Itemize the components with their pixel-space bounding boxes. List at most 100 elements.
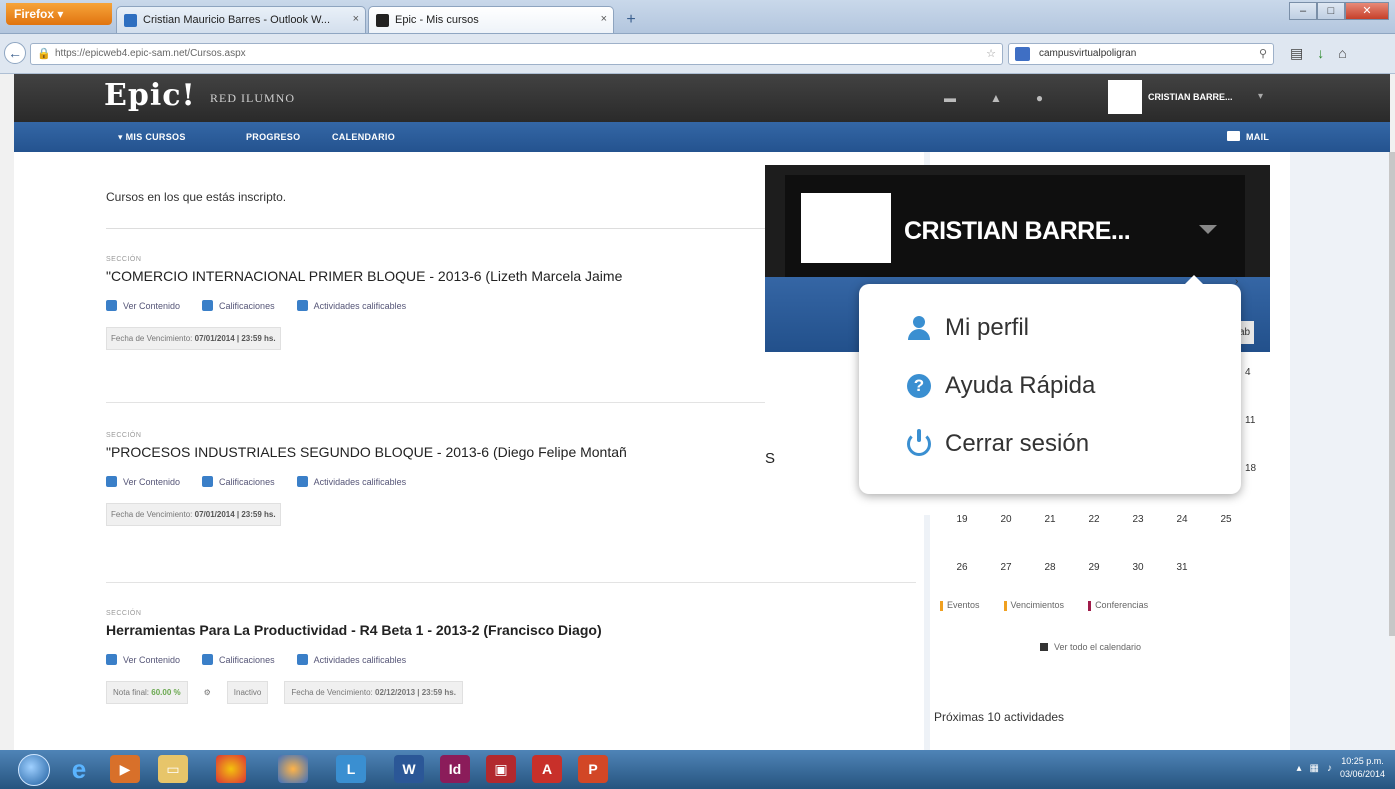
system-tray: ▴ ▦ ♪ 10:25 p.m. 03/06/2014 — [1296, 755, 1385, 781]
nav-mail[interactable]: MAIL — [1246, 132, 1269, 142]
menu-item-logout[interactable]: Cerrar sesión — [907, 429, 1089, 458]
minimize-button[interactable]: – — [1289, 2, 1317, 20]
calendar-day[interactable]: 18 — [1245, 463, 1256, 474]
search-engine-icon[interactable] — [1015, 47, 1030, 61]
epic-logo[interactable]: Epic! — [104, 78, 196, 113]
close-window-button[interactable]: ✕ — [1345, 2, 1389, 20]
media-player-icon[interactable]: ▶ — [110, 755, 140, 783]
calendar-week: 19 20 21 22 23 24 25 — [940, 514, 1248, 525]
chat-icon[interactable]: ● — [1036, 91, 1043, 105]
legend-events: Eventos — [940, 600, 980, 611]
bookmarks-icon[interactable]: ▤ — [1290, 45, 1303, 62]
volume-icon[interactable]: ♪ — [1327, 763, 1332, 774]
lync-icon[interactable]: L — [336, 755, 366, 783]
calendar-day[interactable]: 28 — [1028, 562, 1072, 573]
start-button[interactable] — [18, 754, 50, 786]
firefox-menu-button[interactable]: Firefox ▾ — [6, 3, 112, 25]
mail-icon[interactable] — [1227, 131, 1240, 141]
content-icon — [106, 654, 117, 665]
nav-calendario[interactable]: CALENDARIO — [332, 132, 395, 142]
word-icon[interactable]: W — [394, 755, 424, 783]
bookmark-star-icon[interactable]: ☆ — [986, 47, 996, 60]
indesign-icon[interactable]: Id — [440, 755, 470, 783]
calendar-day[interactable]: 27 — [984, 562, 1028, 573]
firefox-icon[interactable] — [278, 755, 308, 783]
menu-item-help[interactable]: ? Ayuda Rápida — [907, 372, 1095, 400]
course-item: SECCIÓN Herramientas Para La Productivid… — [106, 610, 916, 704]
activities-icon — [296, 476, 308, 487]
graded-activities-link[interactable]: Actividades calificables — [296, 300, 406, 311]
new-tab-button[interactable]: + — [618, 10, 644, 30]
view-content-link[interactable]: Ver Contenido — [106, 300, 180, 311]
acrobat-icon[interactable]: A — [532, 755, 562, 783]
calendar-day[interactable]: 4 — [1245, 367, 1251, 378]
url-text: https://epicweb4.epic-sam.net/Cursos.asp… — [55, 48, 246, 59]
calendar-day[interactable]: 24 — [1160, 514, 1204, 525]
grades-link[interactable]: Calificaciones — [202, 654, 275, 665]
view-all-calendar-link[interactable]: Ver todo el calendario — [1040, 642, 1141, 652]
search-bar[interactable]: campusvirtualpoligran ⚲ — [1008, 43, 1274, 65]
user-name[interactable]: CRISTIAN BARRE... — [904, 217, 1131, 246]
clock[interactable]: 10:25 p.m. 03/06/2014 — [1340, 755, 1385, 781]
graded-activities-link[interactable]: Actividades calificables — [296, 476, 406, 487]
legend-conferences: Conferencias — [1088, 600, 1148, 611]
calendar-day[interactable]: 26 — [940, 562, 984, 573]
help-icon: ? — [907, 374, 931, 398]
network-icon[interactable]: ▦ — [1310, 763, 1319, 774]
calendar-day[interactable]: 29 — [1072, 562, 1116, 573]
site-header: Epic! RED ILUMNO ▬ ▲ ● CRISTIAN BARRE...… — [14, 74, 1390, 122]
calendar-day[interactable]: 11 — [1245, 415, 1255, 426]
scrollbar[interactable] — [1389, 152, 1395, 636]
calendar-day[interactable]: 30 — [1116, 562, 1160, 573]
maximize-button[interactable]: □ — [1317, 2, 1345, 20]
calendar-day[interactable]: 21 — [1028, 514, 1072, 525]
grades-link[interactable]: Calificaciones — [202, 300, 275, 311]
due-date: Fecha de Vencimiento: 07/01/2014 | 23:59… — [106, 503, 281, 526]
status-badge: Inactivo — [226, 681, 269, 704]
tab-outlook[interactable]: Cristian Mauricio Barres - Outlook W... … — [116, 6, 366, 33]
nav-progreso[interactable]: PROGRESO — [246, 132, 300, 142]
calendar-legend: Eventos Vencimientos Conferencias — [940, 600, 1148, 611]
calendar-day[interactable]: 19 — [940, 514, 984, 525]
photo-viewer-icon[interactable]: ▣ — [486, 755, 516, 783]
user-name[interactable]: CRISTIAN BARRE... — [1148, 92, 1233, 102]
settings-icon[interactable]: ⚙ — [204, 688, 211, 697]
address-bar[interactable]: 🔒 https://epicweb4.epic-sam.net/Cursos.a… — [30, 43, 1003, 65]
calendar-day[interactable]: 20 — [984, 514, 1028, 525]
dropdown-arrow — [1185, 275, 1203, 284]
calendar-icon — [1040, 643, 1048, 651]
close-icon[interactable]: × — [601, 13, 607, 25]
view-content-link[interactable]: Ver Contenido — [106, 476, 180, 487]
calendar-day[interactable]: 25 — [1204, 514, 1248, 525]
tab-epic[interactable]: Epic - Mis cursos × — [368, 6, 614, 33]
zoom-overlay: CRISTIAN BARRE... › ab 4 11 18 S Mi perf… — [765, 165, 1270, 515]
course-title[interactable]: Herramientas Para La Productividad - R4 … — [106, 622, 916, 638]
view-content-link[interactable]: Ver Contenido — [106, 654, 180, 665]
tab-label: Epic - Mis cursos — [395, 14, 479, 26]
menu-item-profile[interactable]: Mi perfil — [907, 314, 1029, 342]
calendar-day[interactable]: 22 — [1072, 514, 1116, 525]
chrome-icon[interactable] — [216, 755, 246, 783]
calendar-day[interactable]: 31 — [1160, 562, 1204, 573]
avatar[interactable] — [801, 193, 891, 263]
avatar[interactable] — [1108, 80, 1142, 114]
tray-arrow-icon[interactable]: ▴ — [1296, 763, 1301, 774]
alerts-icon[interactable]: ▲ — [990, 91, 1002, 105]
messages-icon[interactable]: ▬ — [944, 91, 956, 105]
home-icon[interactable]: ⌂ — [1338, 45, 1346, 62]
grades-link[interactable]: Calificaciones — [202, 476, 275, 487]
folder-icon[interactable]: ▭ — [158, 755, 188, 783]
chevron-down-icon[interactable] — [1199, 225, 1217, 234]
ie-icon[interactable]: e — [64, 755, 94, 783]
calendar-day[interactable]: 23 — [1116, 514, 1160, 525]
nav-mis-cursos[interactable]: ▾ MIS CURSOS — [118, 132, 186, 143]
tab-label: Cristian Mauricio Barres - Outlook W... — [143, 14, 331, 26]
back-button[interactable]: ← — [4, 42, 26, 64]
download-icon[interactable]: ↓ — [1317, 45, 1324, 62]
power-icon — [907, 429, 931, 456]
chevron-down-icon[interactable]: ▾ — [1258, 91, 1263, 102]
magnifier-icon[interactable]: ⚲ — [1259, 47, 1267, 60]
powerpoint-icon[interactable]: P — [578, 755, 608, 783]
graded-activities-link[interactable]: Actividades calificables — [296, 654, 406, 665]
close-icon[interactable]: × — [353, 13, 359, 25]
